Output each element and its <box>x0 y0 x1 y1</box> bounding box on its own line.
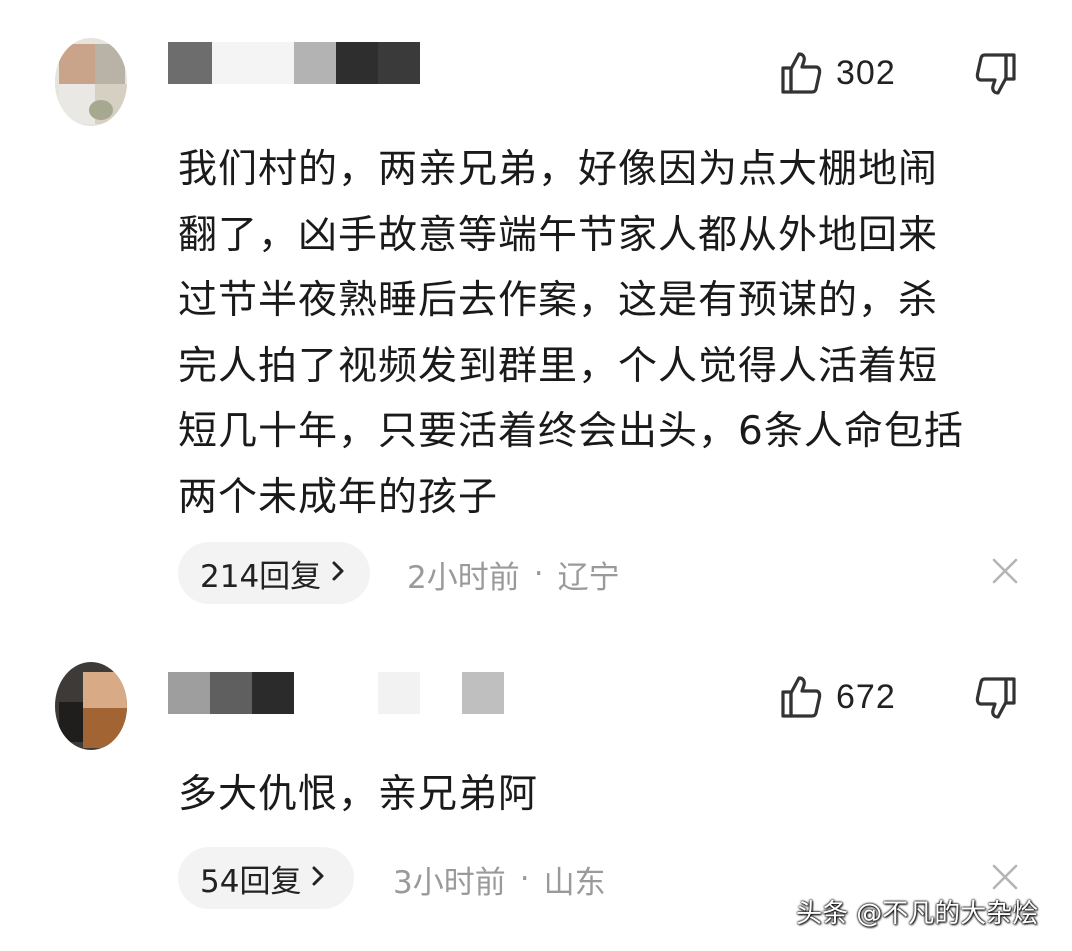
username-redacted[interactable] <box>168 672 508 714</box>
like-count: 302 <box>836 53 896 92</box>
thumbs-down-icon <box>975 677 1017 724</box>
comment-text: 多大仇恨，亲兄弟阿 <box>178 772 539 817</box>
comment-location: 山东 <box>543 864 606 901</box>
comment-item: 302 我们村的，两亲兄弟，好像因为点大棚地闹 翻了，凶手故意等端午节家人都从外… <box>0 0 1072 620</box>
close-button[interactable] <box>990 862 1024 896</box>
thumbs-up-icon <box>780 51 822 95</box>
avatar[interactable] <box>55 662 127 750</box>
close-icon <box>990 558 1020 590</box>
like-count: 672 <box>836 677 896 716</box>
like-button[interactable]: 302 <box>780 48 896 98</box>
username-redacted[interactable] <box>168 42 428 84</box>
comment-meta: 2小时前 · 辽宁 <box>407 552 620 596</box>
avatar[interactable] <box>55 38 127 126</box>
meta-separator: · <box>533 556 544 592</box>
chevron-right-icon <box>311 865 325 891</box>
comment-text: 我们村的，两亲兄弟，好像因为点大棚地闹 翻了，凶手故意等端午节家人都从外地回来 … <box>178 147 964 520</box>
meta-separator: · <box>519 861 530 897</box>
comment-time: 2小时前 <box>407 559 520 596</box>
comment-location: 辽宁 <box>557 559 620 596</box>
thumbs-up-icon <box>780 675 822 719</box>
dislike-button[interactable] <box>975 52 1021 102</box>
like-button[interactable]: 672 <box>780 672 896 722</box>
replies-count: 54回复 <box>200 863 302 900</box>
replies-button[interactable]: 214回复 <box>178 542 370 604</box>
thumbs-down-icon <box>975 53 1017 100</box>
dislike-button[interactable] <box>975 676 1021 726</box>
replies-count: 214回复 <box>200 558 322 595</box>
replies-button[interactable]: 54回复 <box>178 847 354 909</box>
close-button[interactable] <box>990 556 1024 590</box>
chevron-right-icon <box>331 560 345 586</box>
comment-time: 3小时前 <box>393 864 506 901</box>
watermark: 头条 @不凡的大杂烩 <box>796 899 1039 929</box>
comment-meta: 3小时前 · 山东 <box>393 857 606 901</box>
